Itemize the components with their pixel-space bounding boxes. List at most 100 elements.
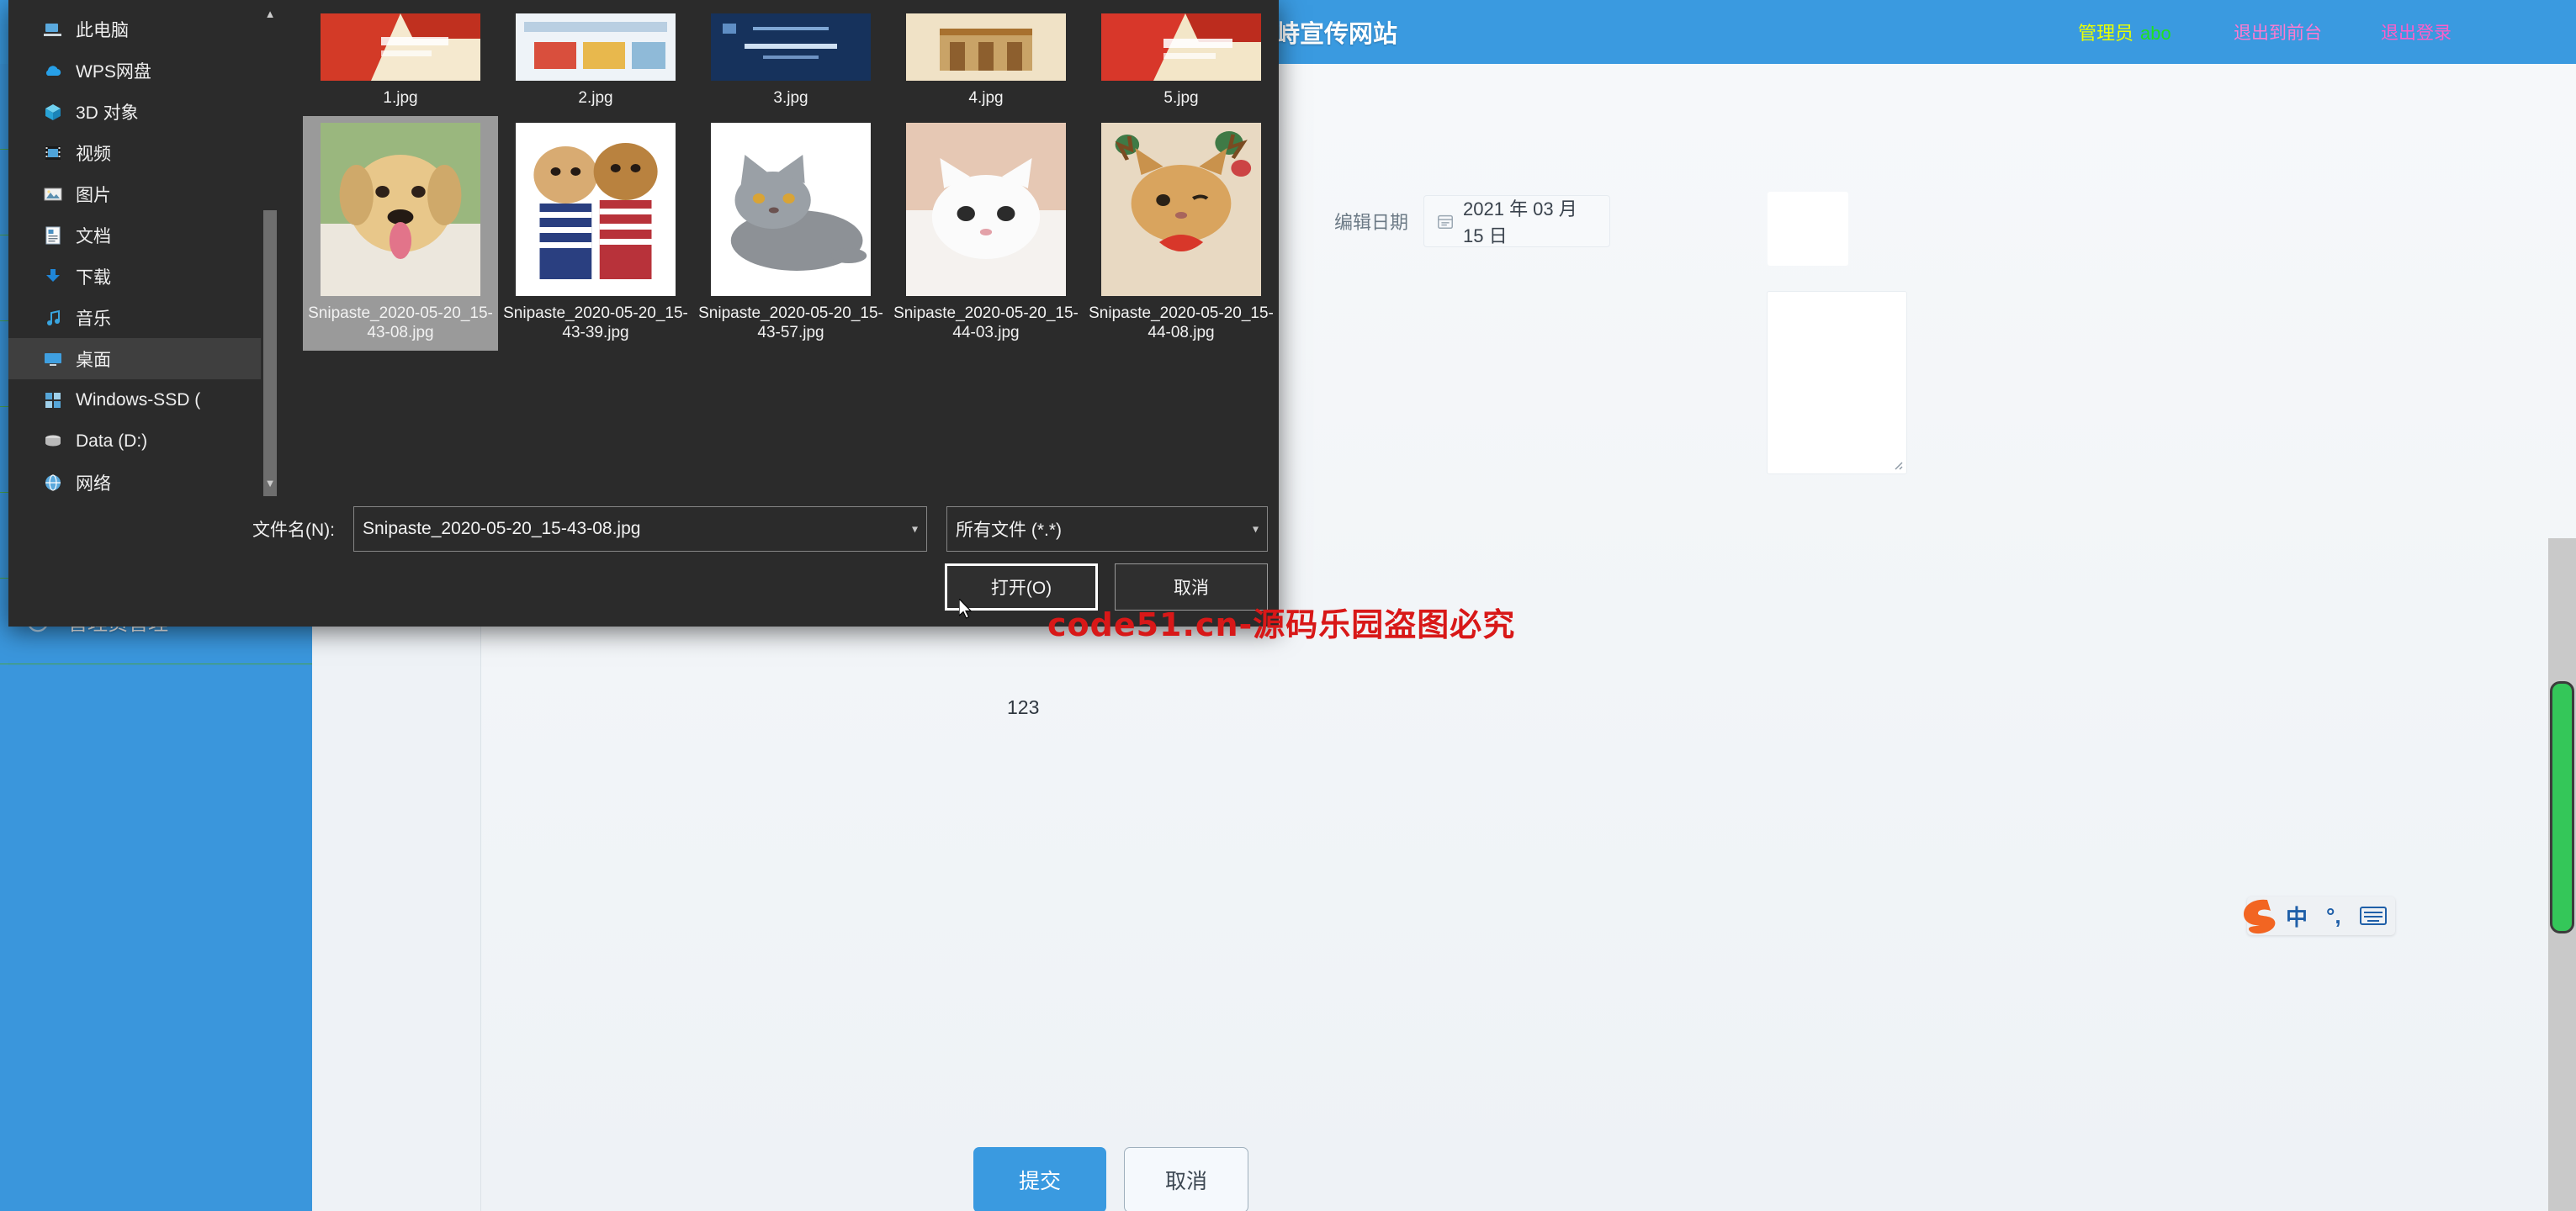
dialog-places-list[interactable]: 此电脑 WPS网盘 3D 对象视频图片文档下载音乐桌面 Windows-SSD ( Da… [8,0,278,496]
filename-value: Snipaste_2020-05-20_15-43-08.jpg [363,519,641,538]
computer-icon [42,19,64,40]
cancel-button[interactable]: 取消 [1124,1147,1248,1211]
place-item-label: WPS网盘 [76,61,151,82]
file-thumbnail-icon [1101,123,1261,297]
filetype-select[interactable]: 所有文件 (*.*) ▾ [946,506,1268,552]
file-item[interactable]: Snipaste_2020-05-20_15-43-57.jpg [693,116,888,351]
file-thumbnail-icon [906,123,1066,297]
file-name-label: Snipaste_2020-05-20_15-43-57.jpg [698,304,883,341]
resize-handle-icon[interactable] [1890,457,1904,471]
ime-punctuation-toggle[interactable]: °, [2326,903,2341,929]
file-name-label: Snipaste_2020-05-20_15-44-03.jpg [893,304,1079,341]
theft-watermark: code51.cn-源码乐园盗图必究 [1047,606,1516,643]
cube-icon [42,101,64,123]
place-item-5[interactable]: 图片 [8,173,278,214]
dialog-file-list[interactable]: 1.jpg 2.jpg 3.jpg 4.jpg 5.jpg Snipaste_2020-0… [286,0,1279,496]
description-textarea[interactable] [1767,291,1907,474]
disk-icon [42,431,64,452]
file-item[interactable]: 1.jpg [303,7,498,116]
scroll-up-icon[interactable]: ▲ [261,3,279,24]
file-item[interactable]: Snipaste_2020-05-20_15-43-08.jpg [303,116,498,352]
admin-name: abo [2140,23,2171,44]
place-item-label: 图片 [76,185,111,205]
download-icon [42,266,64,288]
file-item[interactable]: Snipaste_2020-05-20_15-43-39.jpg [498,116,693,351]
place-item-label: 音乐 [76,309,111,329]
video-icon [42,142,64,164]
file-open-dialog: 此电脑 WPS网盘 3D 对象视频图片文档下载音乐桌面 Windows-SSD ( Da… [8,0,1279,627]
ime-mode-chinese[interactable]: 中 [2286,901,2308,932]
logout-to-frontend-link[interactable]: 退出到前台 [2234,19,2322,45]
places-scrollbar[interactable]: ▲ ▼ [261,0,279,627]
sogou-logo-icon [2235,891,2282,939]
drive-icon [42,389,64,411]
page-scrollbar-thumb[interactable] [2550,681,2574,933]
file-thumbnail-icon [906,13,1066,81]
file-name-label: 1.jpg [383,89,418,107]
sogou-ime-toolbar[interactable]: 中 °, [2244,896,2395,935]
body-text-value: 123 [1007,696,1040,718]
calendar-icon [1436,212,1455,230]
file-name-label: Snipaste_2020-05-20_15-43-39.jpg [503,304,688,341]
place-item-12[interactable]: 网络 [8,462,278,496]
chevron-down-icon[interactable]: ▾ [1253,522,1259,537]
document-icon [42,225,64,246]
place-item-3[interactable]: 3D 对象 [8,91,278,132]
file-name-label: 5.jpg [1163,89,1199,107]
mouse-cursor-icon [958,597,976,622]
chevron-down-icon[interactable]: ▾ [912,522,918,537]
file-name-label: 4.jpg [968,89,1004,107]
file-name-label: 2.jpg [578,89,613,107]
file-thumbnail-icon [711,123,871,297]
keyboard-icon[interactable] [2359,905,2387,927]
file-item[interactable]: 4.jpg [888,7,1084,116]
edit-date-label: 编辑日期 [1334,212,1409,233]
place-item-4[interactable]: 视频 [8,132,278,173]
filetype-value: 所有文件 (*.*) [956,521,1062,540]
place-item-8[interactable]: 音乐 [8,297,278,338]
admin-prefix: 管理员 [2078,23,2134,44]
file-thumbnail-icon [1101,13,1261,81]
file-thumbnail-icon [516,13,676,81]
place-item-label: 视频 [76,144,111,164]
place-item-label: 3D 对象 [76,103,139,123]
place-item-10[interactable]: Windows-SSD ( [8,379,278,420]
desktop-icon [42,348,64,370]
edit-date-value: 2021 年 03 月 15 日 [1463,198,1577,246]
admin-label: 管理员 abo [2078,19,2171,45]
file-item[interactable]: 2.jpg [498,7,693,116]
place-item-label: 桌面 [76,350,111,370]
music-icon [42,307,64,329]
place-item-label: Data (D:) [76,431,148,451]
place-item-label: 文档 [76,226,111,246]
scroll-down-icon[interactable]: ▼ [261,473,279,493]
place-item-6[interactable]: 文档 [8,214,278,256]
filename-input[interactable]: Snipaste_2020-05-20_15-43-08.jpg ▾ [353,506,927,552]
place-item-7[interactable]: 下载 [8,256,278,297]
submit-button[interactable]: 提交 [973,1147,1106,1211]
file-item[interactable]: 3.jpg [693,7,888,116]
place-item-2[interactable]: WPS网盘 [8,50,278,91]
cloud-icon [42,60,64,82]
field-input-placeholder[interactable] [1768,192,1848,266]
place-item-label: 此电脑 [76,20,129,40]
place-item-1[interactable]: 此电脑 [8,8,278,50]
place-item-label: Windows-SSD ( [76,389,201,410]
file-name-label: Snipaste_2020-05-20_15-43-08.jpg [308,304,493,341]
file-name-label: Snipaste_2020-05-20_15-44-08.jpg [1089,304,1274,341]
place-item-label: 网络 [76,473,111,494]
file-thumbnail-icon [321,123,480,297]
file-item[interactable]: Snipaste_2020-05-20_15-44-08.jpg [1084,116,1279,351]
file-item[interactable]: 5.jpg [1084,7,1279,116]
place-item-11[interactable]: Data (D:) [8,420,278,462]
filename-label: 文件名(N): [252,521,335,540]
application-root: code51.cncode51.cncode51.cncode51.cncode… [0,0,2576,1211]
place-item-label: 下载 [76,267,111,288]
file-thumbnail-icon [516,123,676,297]
file-item[interactable]: Snipaste_2020-05-20_15-44-03.jpg [888,116,1084,351]
edit-date-row: 编辑日期 2021 年 03 月 15 日 [1334,195,1611,247]
edit-date-input[interactable]: 2021 年 03 月 15 日 [1423,195,1611,247]
logout-link[interactable]: 退出登录 [2381,19,2451,45]
file-thumbnail-icon [321,13,480,81]
place-item-9[interactable]: 桌面 [8,338,278,379]
